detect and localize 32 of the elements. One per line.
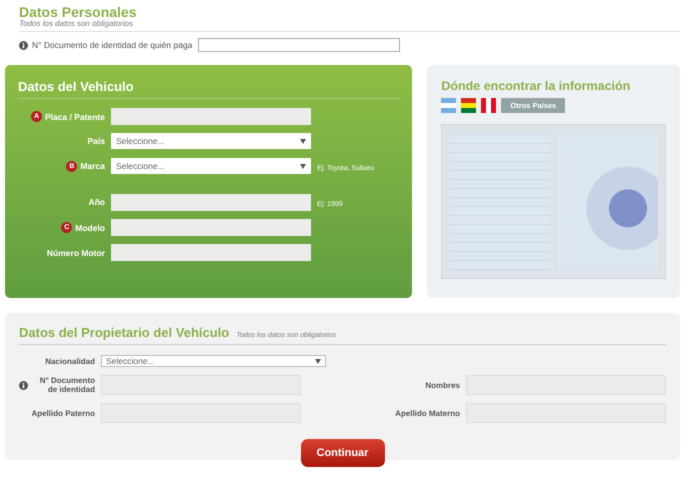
- section-title: Datos Personales: [19, 5, 138, 19]
- panel-title: Dónde encontrar la información: [441, 79, 632, 93]
- continue-button[interactable]: Continuar: [300, 439, 384, 467]
- field-label: Apellido Materno: [395, 408, 460, 418]
- input-field[interactable]: [111, 219, 311, 236]
- caret-icon: [300, 164, 306, 168]
- panel-title: Datos del Propietario del Vehículo: [19, 325, 230, 340]
- flag-icon[interactable]: [441, 98, 456, 113]
- select-field[interactable]: Seleccione...: [111, 133, 311, 149]
- select-field[interactable]: Seleccione...: [101, 355, 326, 367]
- flag-icon[interactable]: [461, 98, 476, 113]
- field-label: N° Documento de identidad: [38, 376, 95, 394]
- caret-icon: [315, 358, 321, 364]
- caret-icon: [300, 138, 306, 144]
- field-label: Placa / Patente: [44, 112, 105, 122]
- input-field[interactable]: [111, 244, 311, 261]
- field-label: Nombres: [425, 380, 460, 390]
- field-label: Año: [88, 197, 105, 207]
- field-label: País: [88, 136, 105, 146]
- input-field[interactable]: [111, 108, 311, 125]
- section-subtitle: Todos los datos son obligatorios: [19, 19, 680, 32]
- field-label: Apellido Paterno: [31, 408, 95, 418]
- field-label: Número Motor: [46, 248, 105, 258]
- field-label: N° Documento de identidad de quién paga: [32, 40, 192, 50]
- field-label: Modelo: [75, 222, 105, 232]
- flag-icon[interactable]: [481, 98, 496, 113]
- field-label: Nacionalidad: [45, 356, 95, 366]
- panel-title: Datos del Vehiculo: [18, 79, 135, 94]
- input-field[interactable]: [198, 38, 400, 52]
- field-label: Marca: [80, 161, 105, 171]
- select-field[interactable]: Seleccione...: [111, 158, 311, 174]
- input-field[interactable]: [111, 194, 311, 210]
